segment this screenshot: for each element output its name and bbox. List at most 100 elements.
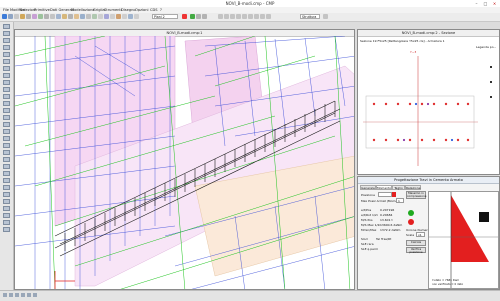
status-icon[interactable] <box>3 293 7 297</box>
toolbar-icon[interactable] <box>242 14 247 19</box>
view3d-window[interactable]: NOVI_B-modi.cmp:1 <box>14 29 355 290</box>
toolbar-icon[interactable] <box>50 14 55 19</box>
toolbar-icon[interactable] <box>230 14 235 19</box>
status-icon[interactable] <box>9 293 13 297</box>
tool-icon[interactable] <box>3 59 10 64</box>
status-icon[interactable] <box>33 293 37 297</box>
status-icon[interactable] <box>27 293 31 297</box>
design-dialog[interactable]: Progettazione Travi in Cemento Armato Ge… <box>357 176 500 290</box>
tool-icon[interactable] <box>3 178 10 183</box>
menu-cds[interactable]: CDS <box>150 8 158 12</box>
toolbar-icon[interactable] <box>98 14 103 19</box>
toolbar-icon[interactable] <box>26 14 31 19</box>
tool-icon[interactable] <box>3 206 10 211</box>
option-sle-qperm[interactable]: SLE q.perm <box>361 247 378 251</box>
menu-griglia[interactable]: Griglia <box>93 8 105 12</box>
toolbar-icon[interactable] <box>80 14 85 19</box>
tool-icon[interactable] <box>3 87 10 92</box>
toolbar-icon[interactable] <box>38 14 43 19</box>
close-icon[interactable]: × <box>490 0 499 7</box>
undo-icon[interactable] <box>14 14 19 19</box>
tool-icon[interactable] <box>3 164 10 169</box>
menu-disegno[interactable]: Disegno <box>121 8 136 12</box>
tool-icon[interactable] <box>3 80 10 85</box>
toolbar-icon[interactable] <box>104 14 109 19</box>
tab-momento[interactable]: Momento <box>376 185 392 190</box>
menu-primitive[interactable]: Primitive <box>34 8 50 12</box>
layer-select[interactable]: Piani 2 <box>152 14 178 19</box>
tool-icon[interactable] <box>3 45 10 50</box>
toolbar-icon[interactable] <box>86 14 91 19</box>
calc-button[interactable]: Calcola <box>406 240 426 246</box>
layer-icon[interactable] <box>134 14 139 19</box>
color-select[interactable]: Struttura <box>300 14 320 19</box>
tool-icon[interactable] <box>3 199 10 204</box>
toolbar-icon[interactable] <box>62 14 67 19</box>
logo-icon[interactable] <box>2 14 7 19</box>
toolbar-icon[interactable] <box>196 14 201 19</box>
color-icon[interactable] <box>182 14 187 19</box>
verify-button[interactable]: Verifica posizione <box>406 247 426 254</box>
tool-icon[interactable] <box>3 38 10 43</box>
toolbar-icon[interactable] <box>116 14 121 19</box>
tool-icon[interactable] <box>3 136 10 141</box>
option-tel[interactable]: Tel Tras/Rt <box>376 237 391 241</box>
toolbar-icon[interactable] <box>236 14 241 19</box>
toolbar-icon[interactable] <box>74 14 79 19</box>
toolbar-icon[interactable] <box>128 14 133 19</box>
posizione-field[interactable] <box>378 192 392 197</box>
section-window[interactable]: NOVI_B-modi.cmp:2 - Sezione Sezione 19 F… <box>357 29 500 175</box>
tool-icon[interactable] <box>3 220 10 225</box>
toolbar-icon[interactable] <box>248 14 253 19</box>
toolbar-icon[interactable] <box>92 14 97 19</box>
tool-icon[interactable] <box>3 150 10 155</box>
scale-select[interactable]: x1 <box>416 232 425 237</box>
tool-icon[interactable] <box>3 143 10 148</box>
maximize-icon[interactable]: □ <box>481 0 490 7</box>
menu-help[interactable]: ? <box>160 8 162 12</box>
tool-icon[interactable] <box>3 227 10 232</box>
toolbar-icon[interactable] <box>260 14 265 19</box>
tool-icon[interactable] <box>3 66 10 71</box>
tool-icon[interactable] <box>3 101 10 106</box>
tool-icon[interactable] <box>3 108 10 113</box>
tool-icon[interactable] <box>3 122 10 127</box>
option-slod[interactable]: Slod <box>361 237 367 241</box>
minimize-icon[interactable]: – <box>472 0 481 7</box>
status-icon[interactable] <box>15 293 19 297</box>
tool-icon[interactable] <box>3 115 10 120</box>
menu-opzioni[interactable]: Opzioni <box>135 8 148 12</box>
tool-icon[interactable] <box>3 73 10 78</box>
toolbar-icon[interactable] <box>110 14 115 19</box>
option-sle-rara[interactable]: SLE rara <box>361 242 374 246</box>
tool-icon[interactable] <box>3 129 10 134</box>
toolbar-icon[interactable] <box>323 14 328 19</box>
status-icon[interactable] <box>21 293 25 297</box>
toolbar-icon[interactable] <box>122 14 127 19</box>
tab-relazione[interactable]: Relazione <box>405 185 421 190</box>
toolbar-icon[interactable] <box>56 14 61 19</box>
tool-icon[interactable] <box>3 171 10 176</box>
menu-strumenti[interactable]: Strumenti <box>104 8 122 12</box>
toolbar-icon[interactable] <box>254 14 259 19</box>
max-pos-field[interactable]: 1 <box>396 198 404 203</box>
menu-modellazione[interactable]: Modellazione <box>71 8 95 12</box>
tab-taglio[interactable]: Taglio <box>392 185 405 190</box>
zoom-icon[interactable] <box>20 14 25 19</box>
tool-icon[interactable] <box>3 192 10 197</box>
toolbar-icon[interactable] <box>218 14 223 19</box>
tool-icon[interactable] <box>3 157 10 162</box>
tool-icon[interactable] <box>3 52 10 57</box>
toolbar-icon[interactable] <box>266 14 271 19</box>
tool-icon[interactable] <box>3 24 10 29</box>
toolbar-icon[interactable] <box>190 14 195 19</box>
menu-file[interactable]: File <box>3 8 9 12</box>
tool-icon[interactable] <box>3 185 10 190</box>
tab-generale[interactable]: Generale <box>360 185 376 190</box>
save-icon[interactable] <box>8 14 13 19</box>
toolbar-icon[interactable] <box>202 14 207 19</box>
toolbar-icon[interactable] <box>68 14 73 19</box>
toolbar-icon[interactable] <box>44 14 49 19</box>
view3d-canvas[interactable] <box>15 36 355 290</box>
tool-icon[interactable] <box>3 213 10 218</box>
